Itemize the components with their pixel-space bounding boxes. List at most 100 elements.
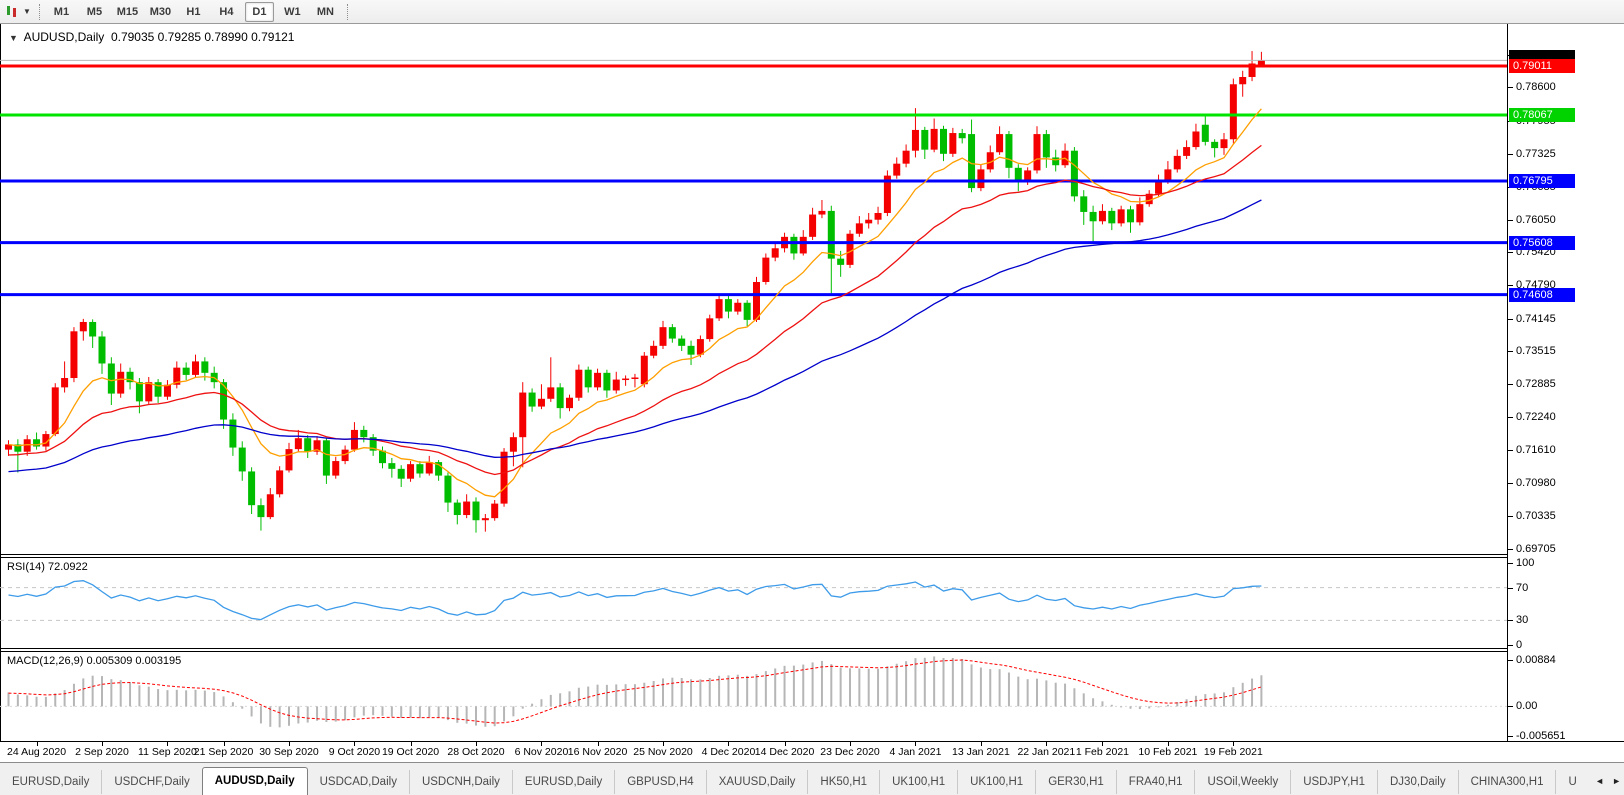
timeframe-button-d1[interactable]: D1 — [244, 1, 274, 22]
macd-histogram-bar — [690, 679, 693, 707]
candle — [332, 461, 340, 476]
chart-tool-icon[interactable] — [4, 4, 22, 19]
macd-histogram-bar — [540, 699, 543, 707]
macd-histogram-bar — [306, 706, 309, 723]
candle — [1183, 147, 1191, 156]
timeframe-button-m15[interactable]: M15 — [113, 2, 142, 22]
chart-tab-usdjpy-h1[interactable]: USDJPY,H1 — [1290, 770, 1377, 794]
macd-histogram-bar — [624, 684, 627, 707]
candle — [1033, 134, 1041, 171]
tab-scroll-right-icon[interactable]: ► — [1612, 775, 1621, 787]
candle — [603, 372, 611, 391]
macd-pane[interactable] — [0, 651, 1507, 741]
candle — [809, 214, 817, 237]
price-tick — [1508, 549, 1513, 551]
rsi-scale-label: 70 — [1516, 581, 1529, 594]
candle — [51, 387, 59, 435]
candle — [481, 518, 489, 521]
dropdown-caret-icon[interactable]: ▼ — [23, 7, 31, 16]
macd-histogram-bar — [1185, 699, 1188, 707]
macd-histogram-bar — [194, 689, 197, 707]
candle — [388, 463, 396, 469]
chart-tab-ger30-h1[interactable]: GER30,H1 — [1035, 770, 1116, 794]
candle — [509, 437, 517, 452]
candle — [640, 355, 648, 385]
macd-histogram-bar — [699, 679, 702, 707]
chart-tab-usdchf-daily[interactable]: USDCHF,Daily — [101, 770, 201, 794]
chart-tab-uk100-h1[interactable]: UK100,H1 — [879, 770, 957, 794]
chart-tab-usoil-weekly[interactable]: USOil,Weekly — [1194, 770, 1290, 794]
candle — [837, 258, 845, 265]
macd-histogram-bar — [605, 684, 608, 707]
macd-histogram-bar — [437, 706, 440, 718]
chart-tab-hk50-h1[interactable]: HK50,H1 — [807, 770, 879, 794]
chart-tab-usdcad-daily[interactable]: USDCAD,Daily — [308, 770, 409, 794]
macd-histogram-bar — [372, 706, 375, 716]
chart-tab-eurusd-daily[interactable]: EURUSD,Daily — [511, 770, 614, 794]
macd-histogram-bar — [877, 668, 880, 707]
chart-tab-audusd-daily[interactable]: AUDUSD,Daily — [201, 767, 308, 795]
macd-scale-label: -0.005651 — [1516, 730, 1566, 742]
timeframe-button-m30[interactable]: M30 — [146, 2, 175, 22]
timeframe-button-m1[interactable]: M1 — [47, 2, 76, 22]
candle — [556, 387, 564, 409]
timeframe-button-h4[interactable]: H4 — [212, 2, 241, 22]
time-axis[interactable]: 24 Aug 2020 2 Sep 2020 11 Sep 2020 21 Sep 2… — [0, 742, 1624, 762]
rsi-scale-tick — [1508, 587, 1513, 589]
macd-histogram-bar — [1064, 683, 1067, 707]
chart-tab-china300-h1[interactable]: CHINA300,H1 — [1457, 770, 1556, 794]
price-tick — [1508, 153, 1513, 155]
candle — [1257, 60, 1265, 65]
date-label: 14 Dec 2020 — [754, 746, 815, 758]
macd-histogram-bar — [596, 684, 599, 707]
price-tick — [1508, 417, 1513, 419]
chart-tab-fra40-h1[interactable]: FRA40,H1 — [1115, 770, 1195, 794]
toolbar-grip[interactable] — [38, 3, 40, 20]
chart-tab-usdcnh-daily[interactable]: USDCNH,Daily — [408, 770, 512, 794]
chart-tab-xauusd-daily[interactable]: XAUUSD,Daily — [705, 770, 808, 794]
timeframe-button-mn[interactable]: MN — [311, 2, 340, 22]
chart-tab-gbpusd-h4[interactable]: GBPUSD,H4 — [614, 770, 705, 794]
tab-scroll-left-icon[interactable]: ◄ — [1595, 775, 1604, 787]
macd-histogram-bar — [1082, 693, 1085, 707]
candle — [537, 398, 545, 407]
collapse-caret-icon[interactable]: ▼ — [9, 33, 18, 43]
macd-histogram-bar — [802, 664, 805, 707]
candle — [622, 378, 630, 381]
macd-histogram-bar — [989, 669, 992, 707]
candle — [724, 299, 732, 312]
macd-histogram-bar — [1092, 698, 1095, 707]
candle — [668, 327, 676, 339]
candle — [902, 150, 910, 164]
rsi-pane[interactable] — [0, 557, 1507, 648]
candle — [154, 382, 162, 397]
chart-tab-uk100-h1[interactable]: UK100,H1 — [957, 770, 1035, 794]
toolbar-grip-2[interactable] — [346, 3, 348, 20]
timeframe-button-m5[interactable]: M5 — [80, 2, 109, 22]
rsi-scale-tick — [1508, 563, 1513, 564]
main-chart-pane[interactable] — [0, 24, 1507, 554]
macd-scale-tick — [1508, 736, 1513, 737]
macd-histogram-bar — [1036, 678, 1038, 707]
chart-tab-dj30-daily[interactable]: DJ30,Daily — [1377, 770, 1458, 794]
macd-histogram-bar — [839, 667, 842, 707]
rsi-line — [8, 580, 1262, 621]
macd-histogram-bar — [138, 685, 141, 707]
price-tick — [1508, 383, 1513, 385]
chart-tab-eurusd-daily[interactable]: EURUSD,Daily — [0, 770, 101, 794]
macd-histogram-bar — [886, 666, 889, 707]
macd-histogram-bar — [129, 682, 132, 707]
price-axis[interactable]: 0.792200.786000.779550.773250.766850.760… — [1508, 24, 1624, 742]
chart-tab-u[interactable]: U — [1555, 770, 1588, 794]
price-line-badge-0.74608: 0.74608 — [1509, 287, 1575, 302]
macd-histogram-bar — [951, 658, 954, 707]
rsi-scale-tick — [1508, 645, 1513, 646]
timeframe-button-w1[interactable]: W1 — [278, 2, 307, 22]
macd-histogram-bar — [344, 706, 347, 721]
candle — [500, 451, 508, 504]
candle — [238, 447, 246, 472]
macd-histogram-bar — [456, 706, 459, 723]
macd-histogram-bar — [465, 706, 468, 724]
timeframe-button-h1[interactable]: H1 — [179, 2, 208, 22]
macd-histogram-bar — [185, 690, 188, 707]
